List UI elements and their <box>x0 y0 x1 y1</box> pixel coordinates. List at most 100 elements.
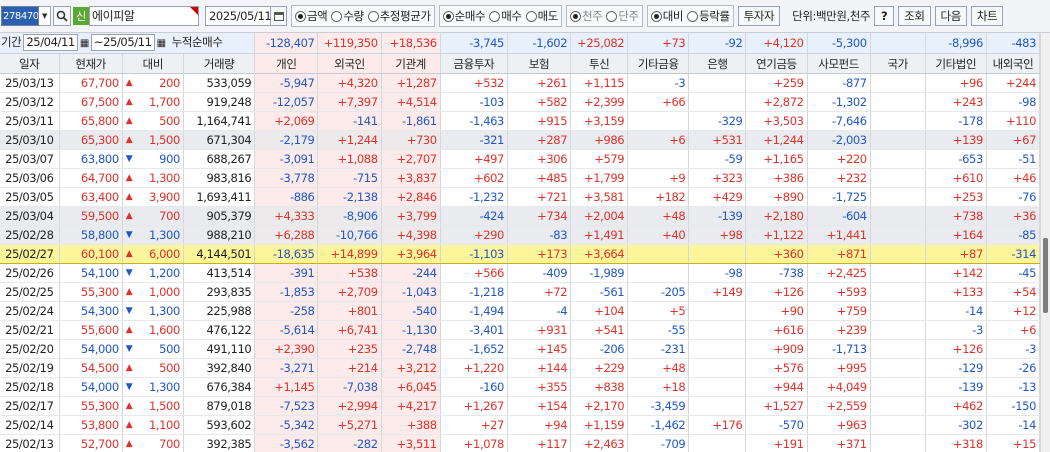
table-row[interactable]: 25/02/21 55,600 ▲ 1,600 476,122 -5,614 +6,741-… <box>0 320 1041 340</box>
radio-option[interactable]: 단주 <box>606 8 639 24</box>
help-button[interactable]: ? <box>874 6 895 26</box>
column-header[interactable]: 기타법인 <box>925 53 987 74</box>
volume-cell: 491,110 <box>183 339 256 359</box>
price-cell: 67,700 <box>59 73 123 93</box>
table-row[interactable]: 25/02/28 58,800 ▼ 1,300 988,210 +6,288 -10,766… <box>0 225 1041 245</box>
table-row[interactable]: 25/02/13 52,700 ▲ 700 392,385 -3,562 -282 +3,51… <box>0 434 1041 452</box>
investor-value-cell <box>870 206 926 226</box>
radio-dot <box>331 10 343 22</box>
radio-option[interactable]: 수량 <box>331 8 364 24</box>
chart-button[interactable]: 차트 <box>970 6 1004 26</box>
column-header[interactable]: 내외국인 <box>986 53 1041 74</box>
column-header[interactable]: 연기금등 <box>745 53 808 74</box>
radio-option[interactable]: 순매수 <box>442 8 486 24</box>
investor-value-cell: +110 <box>986 111 1041 131</box>
investor-value-cell <box>688 396 747 416</box>
table-row[interactable]: 25/02/25 55,300 ▲ 1,000 293,835 -1,853 +2,709-… <box>0 282 1041 302</box>
table-row[interactable]: 25/02/24 54,300 ▼ 1,300 225,988 -258 +801 -540-… <box>0 301 1041 321</box>
change-cell: ▼ 1,300 <box>122 377 184 397</box>
radio-option[interactable]: 대비 <box>650 8 683 24</box>
date-cell: 25/03/12 <box>0 92 60 112</box>
date-calendar-button[interactable] <box>271 6 287 26</box>
table-row[interactable]: 25/02/17 55,300 ▲ 1,500 879,018 -7,523 +2,994 +… <box>0 396 1041 416</box>
column-header[interactable]: 금융투자 <box>440 53 508 74</box>
calendar-icon[interactable]: ▦ <box>80 38 89 49</box>
investor-value-cell: +126 <box>745 282 808 302</box>
column-header[interactable]: 투신 <box>570 53 629 74</box>
investor-value-cell: +944 <box>745 377 808 397</box>
table-row[interactable]: 25/03/13 67,700 ▲ 200 533,059 -5,947 +4,320 +1,… <box>0 73 1041 93</box>
volume-cell: 413,514 <box>183 263 256 283</box>
investor-value-cell: +531 <box>688 130 747 150</box>
volume-cell: 225,988 <box>183 301 256 321</box>
stock-code-input[interactable]: 278470 <box>1 6 39 26</box>
table-row[interactable]: 25/02/19 54,500 ▲ 500 392,840 -3,271 +214 +3,21… <box>0 358 1041 378</box>
investor-value-cell: +2,707 <box>381 149 441 169</box>
column-header[interactable]: 은행 <box>688 53 747 74</box>
table-row[interactable]: 25/02/26 54,100 ▼ 1,200 413,514 -391 +538 -244 +… <box>0 263 1041 283</box>
investor-value-cell: +532 <box>440 73 508 93</box>
triangle-down-icon: ▼ <box>125 381 133 392</box>
date-cell: 25/02/20 <box>0 339 60 359</box>
query-button[interactable]: 조회 <box>898 6 931 26</box>
radio-option[interactable]: 매도 <box>525 8 558 24</box>
column-header[interactable]: 기관계 <box>381 53 441 74</box>
column-header[interactable]: 대비 <box>122 53 184 74</box>
radio-option[interactable]: 금액 <box>295 8 328 24</box>
column-header[interactable]: 현재가 <box>59 53 123 74</box>
radio-option[interactable]: 등락률 <box>687 8 730 24</box>
table-row[interactable]: 25/03/06 64,700 ▲ 1,300 983,816 -3,778 -715 +3,… <box>0 168 1041 188</box>
scrollbar-thumb[interactable] <box>1043 238 1048 313</box>
column-header[interactable]: 외국인 <box>317 53 382 74</box>
column-header[interactable]: 일자 <box>0 53 60 74</box>
table-row[interactable]: 25/03/11 65,800 ▲ 500 1,164,741 +2,069 -141 -1,… <box>0 111 1041 131</box>
date-cell: 25/02/21 <box>0 320 60 340</box>
change-cell: ▲ 1,700 <box>122 92 184 112</box>
table-row[interactable]: 25/03/12 67,500 ▲ 1,700 919,248 -12,057 +7,397… <box>0 92 1041 112</box>
change-cell: ▼ 900 <box>122 149 184 169</box>
table-row[interactable]: 25/03/07 63,800 ▼ 900 688,267 -3,091 +1,088 +2,… <box>0 149 1041 169</box>
table-row[interactable]: 25/02/27 60,100 ▲ 6,000 4,144,501 -18,635 +14,… <box>0 244 1041 264</box>
calendar-icon[interactable]: ▦ <box>157 38 166 49</box>
table-row[interactable]: 25/02/20 54,000 ▼ 500 491,110 +2,390 +235 -2,74… <box>0 339 1041 359</box>
table-row[interactable]: 25/03/05 63,400 ▲ 3,900 1,693,411 -886 -2,138 +… <box>0 187 1041 207</box>
radio-option[interactable]: 추정평균가 <box>367 8 431 24</box>
radio-option[interactable]: 천주 <box>569 8 603 24</box>
table-row[interactable]: 25/03/04 59,500 ▲ 700 905,379 +4,333 -8,906 +3,… <box>0 206 1041 226</box>
investor-value-cell: +2,463 <box>570 434 629 452</box>
radio-option[interactable]: 매수 <box>489 8 522 24</box>
investor-value-cell: +5,271 <box>317 415 382 435</box>
investor-value-cell: -1,463 <box>440 111 508 131</box>
column-header[interactable]: 보험 <box>507 53 572 74</box>
investor-value-cell: +3,212 <box>381 358 441 378</box>
investor-value-cell: +386 <box>745 168 808 188</box>
table-row[interactable]: 25/02/14 53,800 ▲ 1,100 593,602 -5,342 +5,271 +… <box>0 415 1041 435</box>
code-dropdown-button[interactable]: ▼ <box>39 6 51 26</box>
stock-name-field[interactable]: 에이피알 <box>89 6 199 26</box>
investor-value-cell <box>688 244 747 264</box>
date-field[interactable]: 2025/05/11 <box>205 6 272 26</box>
volume-cell: 983,816 <box>183 168 256 188</box>
investor-value-cell: +149 <box>688 282 747 302</box>
investor-value-cell: +46 <box>986 168 1041 188</box>
investor-button[interactable]: 투자자 <box>737 6 781 26</box>
search-button[interactable] <box>53 6 71 26</box>
column-header[interactable]: 국가 <box>870 53 926 74</box>
date-cell: 25/03/04 <box>0 206 60 226</box>
next-button[interactable]: 다음 <box>934 6 967 26</box>
investor-value-cell: +259 <box>745 73 808 93</box>
vertical-scrollbar[interactable] <box>1040 33 1050 452</box>
period-from-field[interactable]: 25/04/11 <box>23 34 78 51</box>
table-row[interactable]: 25/03/10 65,300 ▲ 1,500 671,304 -2,179 +1,244 +… <box>0 130 1041 150</box>
table-row[interactable]: 25/02/18 54,000 ▼ 1,300 676,384 +1,145 -7,038 +… <box>0 377 1041 397</box>
period-to-field[interactable]: ~25/05/11 <box>90 34 155 51</box>
column-header[interactable]: 사모펀드 <box>807 53 871 74</box>
column-header[interactable]: 기타금융 <box>627 53 690 74</box>
column-header[interactable]: 거래량 <box>183 53 256 74</box>
investor-value-cell: +1,088 <box>317 149 382 169</box>
investor-value-cell: -1,725 <box>807 187 871 207</box>
column-header[interactable]: 개인 <box>254 53 319 74</box>
triangle-down-icon: ▼ <box>125 343 133 354</box>
volume-cell: 1,164,741 <box>183 111 256 131</box>
investor-value-cell: -5,614 <box>254 320 319 340</box>
